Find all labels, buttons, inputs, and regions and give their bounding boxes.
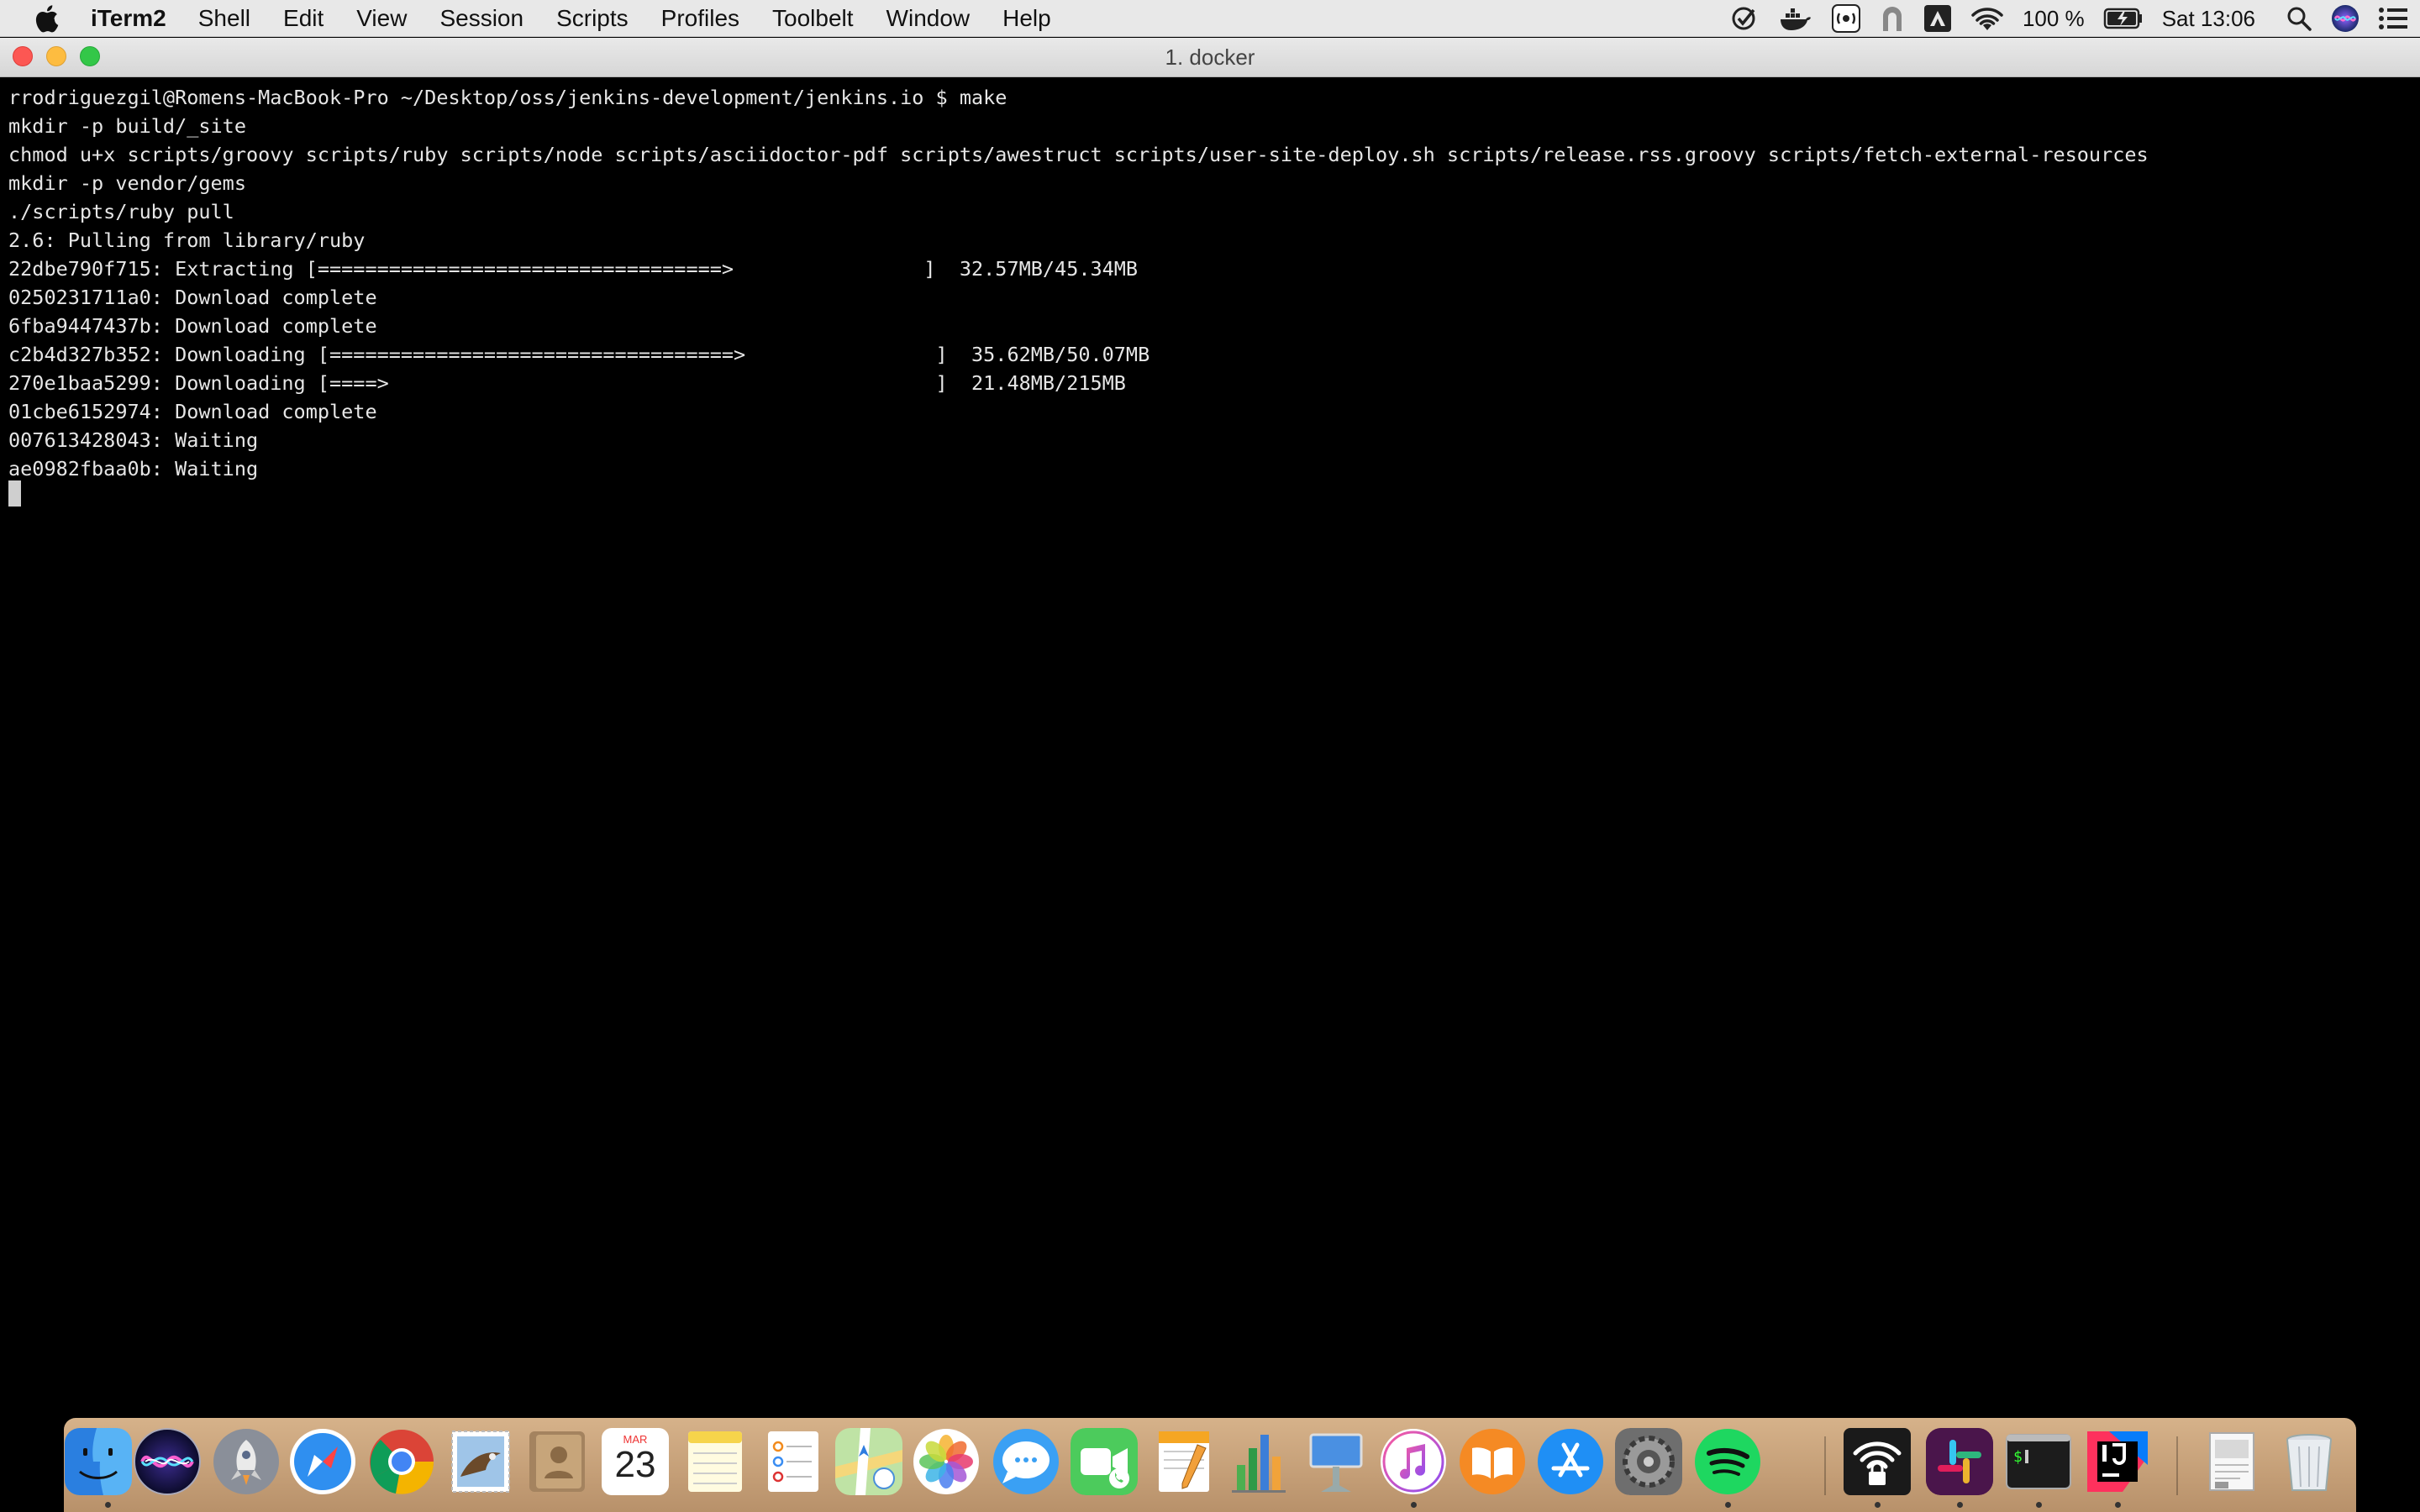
- numbers-icon[interactable]: [1225, 1428, 1292, 1495]
- menu-app-iterm2[interactable]: iTerm2: [91, 5, 166, 32]
- vpn-lock-icon[interactable]: [1844, 1428, 1911, 1495]
- spotify-running-indicator: [1725, 1502, 1731, 1508]
- system-preferences-icon[interactable]: [1615, 1428, 1682, 1495]
- status-area: 100 % Sat 13:06: [1730, 0, 2420, 37]
- chrome-icon[interactable]: [368, 1428, 435, 1495]
- terminal-line: chmod u+x scripts/groovy scripts/ruby sc…: [8, 143, 2149, 166]
- contacts-icon[interactable]: [524, 1428, 592, 1495]
- books-icon[interactable]: [1459, 1428, 1526, 1495]
- terminal-line: rrodriguezgil@Romens-MacBook-Pro ~/Deskt…: [8, 86, 1007, 109]
- creative-cloud-icon[interactable]: [1923, 0, 1952, 37]
- wifi-icon[interactable]: [1970, 0, 2004, 37]
- messages-icon[interactable]: [992, 1428, 1060, 1495]
- siri-icon[interactable]: [2331, 0, 2360, 37]
- notification-center-icon[interactable]: [2378, 0, 2408, 37]
- terminal-line: 2.6: Pulling from library/ruby: [8, 228, 366, 252]
- docker-whale-icon[interactable]: [1779, 0, 1812, 37]
- menu-scripts[interactable]: Scripts: [556, 5, 629, 32]
- menu-edit[interactable]: Edit: [283, 5, 324, 32]
- terminal-line: 22dbe790f715: Extracting [==============…: [8, 257, 1139, 281]
- photos-icon[interactable]: [913, 1428, 980, 1495]
- trash-icon[interactable]: [2275, 1428, 2343, 1495]
- menu-help[interactable]: Help: [1002, 5, 1051, 32]
- arch-icon[interactable]: [1880, 0, 1905, 37]
- terminal-line: ae0982fbaa0b: Waiting: [8, 457, 259, 480]
- terminal-line: 0250231711a0: Download complete: [8, 286, 377, 309]
- menu-bar: iTerm2 Shell Edit View Session Scripts P…: [0, 0, 2420, 37]
- pages-icon[interactable]: [1150, 1428, 1218, 1495]
- menu-window[interactable]: Window: [886, 5, 971, 32]
- finder-running-indicator: [105, 1502, 111, 1508]
- terminal-running-indicator: [2036, 1502, 2042, 1508]
- calendar-icon[interactable]: MAR 23: [602, 1428, 669, 1495]
- dock-separator: [1824, 1436, 1826, 1495]
- finder-icon[interactable]: [65, 1428, 132, 1495]
- vpn-running-indicator: [1875, 1502, 1881, 1508]
- terminal-line: 6fba9447437b: Download complete: [8, 314, 377, 338]
- dock-separator: [2176, 1436, 2178, 1495]
- safari-icon[interactable]: [289, 1428, 356, 1495]
- menu-view[interactable]: View: [356, 5, 407, 32]
- intellij-running-indicator: [2115, 1502, 2121, 1508]
- menu-toolbelt[interactable]: Toolbelt: [772, 5, 854, 32]
- keynote-icon[interactable]: [1302, 1428, 1370, 1495]
- slack-icon[interactable]: [1926, 1428, 1993, 1495]
- terminal-app-icon[interactable]: $: [2005, 1428, 2072, 1495]
- terminal-line: 270e1baa5299: Downloading [====> ] 21.48…: [8, 371, 1126, 395]
- slack-running-indicator: [1957, 1502, 1963, 1508]
- window-title-bar[interactable]: 1. docker: [0, 38, 2420, 77]
- terminal-line: mkdir -p build/_site: [8, 114, 246, 138]
- menu-session[interactable]: Session: [439, 5, 523, 32]
- calendar-day: 23: [614, 1444, 656, 1485]
- intellij-icon[interactable]: [2084, 1428, 2151, 1495]
- spotify-icon[interactable]: [1694, 1428, 1761, 1495]
- notes-icon[interactable]: [681, 1428, 749, 1495]
- battery-percent[interactable]: 100 %: [2023, 0, 2085, 37]
- terminal-line: 01cbe6152974: Download complete: [8, 400, 377, 423]
- facetime-icon[interactable]: [1071, 1428, 1138, 1495]
- battery-charging-icon[interactable]: [2103, 0, 2144, 37]
- itunes-running-indicator: [1411, 1502, 1417, 1508]
- dock: MAR 23 $: [64, 1418, 2356, 1512]
- app-store-icon[interactable]: [1537, 1428, 1604, 1495]
- itunes-icon[interactable]: [1380, 1428, 1447, 1495]
- siri-app-icon[interactable]: [134, 1428, 201, 1495]
- window-title: 1. docker: [1165, 45, 1255, 70]
- menu-shell[interactable]: Shell: [198, 5, 250, 32]
- terminal-line: 007613428043: Waiting: [8, 428, 259, 452]
- apple-logo-icon[interactable]: [32, 3, 60, 34]
- launchpad-icon[interactable]: [213, 1428, 280, 1495]
- mail-icon[interactable]: [447, 1428, 514, 1495]
- clock[interactable]: Sat 13:06: [2162, 0, 2255, 37]
- terminal-area[interactable]: rrodriguezgil@Romens-MacBook-Pro ~/Deskt…: [0, 77, 2420, 1415]
- documents-stack-icon[interactable]: [2198, 1428, 2265, 1495]
- menu-profiles[interactable]: Profiles: [661, 5, 739, 32]
- task-check-icon[interactable]: [1730, 0, 1760, 37]
- spotlight-search-icon[interactable]: [2286, 0, 2312, 37]
- reminders-icon[interactable]: [760, 1428, 827, 1495]
- terminal-cursor: [8, 480, 21, 507]
- terminal-line: c2b4d327b352: Downloading [=============…: [8, 343, 1150, 366]
- terminal-line: ./scripts/ruby pull: [8, 200, 234, 223]
- terminal-line: mkdir -p vendor/gems: [8, 171, 246, 195]
- antenna-user-icon[interactable]: [1831, 0, 1861, 37]
- svg-text:$: $: [2013, 1448, 2023, 1466]
- maps-icon[interactable]: [835, 1428, 902, 1495]
